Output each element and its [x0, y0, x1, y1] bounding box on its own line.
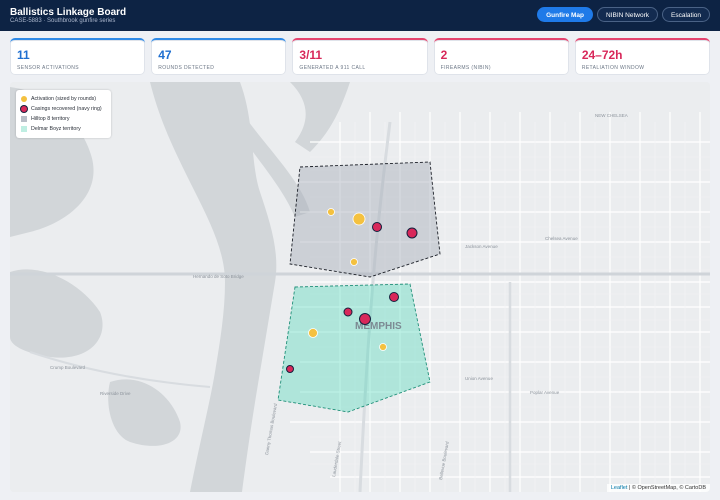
gunfire-map[interactable]: MEMPHIS Hernando de Soto Bridge Jackson …: [10, 82, 710, 492]
leaflet-link[interactable]: Leaflet: [611, 485, 628, 491]
legend-label: Activation (sized by rounds): [31, 96, 97, 102]
road-label: Riverside Drive: [100, 391, 131, 396]
kpi-rounds-detected: 47 Rounds detected: [151, 38, 287, 75]
legend-item: Hilltop 8 territory: [21, 114, 106, 124]
activation-marker[interactable]: [327, 208, 335, 216]
delmar-swatch-icon: [21, 126, 27, 132]
kpi-strip: 11 Sensor activations 47 Rounds detected…: [10, 38, 711, 75]
activation-marker[interactable]: [350, 258, 358, 266]
kpi-sensor-activations: 11 Sensor activations: [10, 38, 146, 75]
gunfire-map-button[interactable]: Gunfire Map: [537, 7, 594, 22]
casing-marker[interactable]: [343, 307, 353, 317]
activation-marker[interactable]: [352, 212, 366, 226]
road-label: NEW CHELSEA: [595, 113, 628, 118]
road-label: Poplar Avenue: [530, 390, 560, 395]
casing-marker[interactable]: [286, 365, 294, 373]
legend-item: Activation (sized by rounds): [21, 94, 106, 104]
map-legend: Activation (sized by rounds) Casings rec…: [16, 90, 111, 138]
activation-swatch-icon: [21, 96, 27, 102]
casing-marker[interactable]: [359, 313, 371, 325]
road-label: Crump Boulevard: [50, 365, 86, 370]
kpi-retaliation-window: 24–72h Retaliation window: [574, 38, 711, 75]
legend-item: Delmar Boyz territory: [21, 124, 106, 134]
casing-marker[interactable]: [406, 227, 418, 239]
road-label: Chelsea Avenue: [545, 236, 578, 241]
app-header: Ballistics Linkage Board CASE-5883 · Sou…: [0, 0, 720, 31]
map-attribution: Leaflet | © OpenStreetMap, © CartoDB: [606, 484, 710, 492]
nibin-network-button[interactable]: NIBIN Network: [597, 7, 658, 22]
attribution-text: | © OpenStreetMap, © CartoDB: [628, 485, 706, 491]
app-subtitle: CASE-5883 · Southbrook gunfire series: [10, 18, 116, 24]
kpi-firearms-nibin: 2 Firearms (NIBIN): [433, 38, 569, 75]
map-canvas[interactable]: MEMPHIS Hernando de Soto Bridge Jackson …: [10, 82, 710, 492]
kpi-label: Generated a 911 call: [299, 65, 366, 71]
kpi-value: 11: [17, 48, 30, 62]
casings-swatch-icon: [21, 106, 27, 112]
kpi-label: Rounds detected: [158, 65, 215, 71]
activation-marker[interactable]: [308, 328, 318, 338]
kpi-value: 3/11: [299, 48, 323, 62]
activation-marker[interactable]: [379, 343, 387, 351]
kpi-value: 47: [158, 48, 172, 62]
road-label: Jackson Avenue: [465, 244, 498, 249]
legend-label: Hilltop 8 territory: [31, 116, 70, 122]
casing-marker[interactable]: [372, 222, 382, 232]
hilltop-swatch-icon: [21, 116, 27, 122]
view-nav: Gunfire Map NIBIN Network Escalation: [537, 7, 710, 22]
kpi-label: Retaliation window: [581, 65, 645, 71]
kpi-value: 24–72h: [581, 48, 623, 62]
kpi-911-calls: 3/11 Generated a 911 call: [292, 38, 428, 75]
legend-label: Delmar Boyz territory: [31, 126, 81, 132]
escalation-button[interactable]: Escalation: [662, 7, 710, 22]
road-label: Hernando de Soto Bridge: [193, 274, 244, 279]
kpi-label: Sensor activations: [17, 65, 80, 71]
kpi-label: Firearms (NIBIN): [440, 65, 491, 71]
legend-label: Casings recovered (navy ring): [31, 106, 102, 112]
kpi-value: 2: [440, 48, 448, 62]
casing-marker[interactable]: [389, 292, 399, 302]
legend-item: Casings recovered (navy ring): [21, 104, 106, 114]
app-title: Ballistics Linkage Board: [10, 7, 127, 18]
road-label: Union Avenue: [465, 376, 493, 381]
